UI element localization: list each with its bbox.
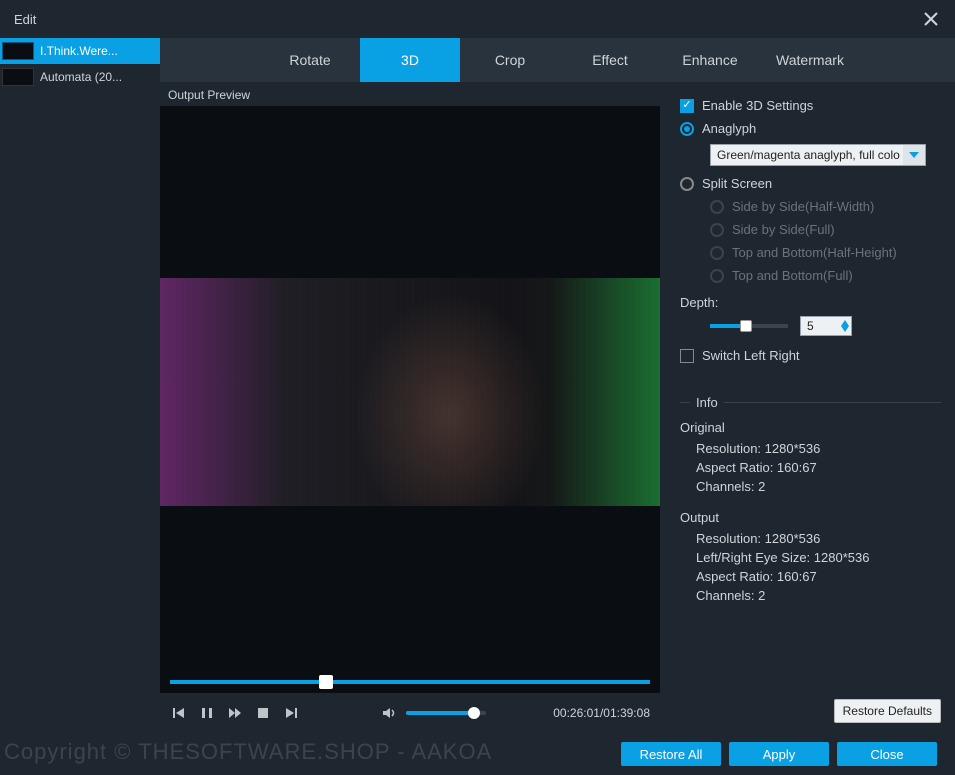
depth-slider[interactable] [710,324,788,328]
pause-icon[interactable] [198,704,216,722]
split-option-radio[interactable]: Side by Side(Full) [710,222,941,237]
depth-label: Depth: [680,295,941,310]
close-button[interactable]: Close [837,742,937,766]
sidebar-item-label: Automata (20... [40,70,160,84]
prev-frame-icon[interactable] [170,704,188,722]
tab-enhance[interactable]: Enhance [660,38,760,82]
file-sidebar: I.Think.Were... Automata (20... [0,38,160,733]
info-value: Aspect Ratio: 160:67 [696,569,941,584]
split-option-radio[interactable]: Top and Bottom(Full) [710,268,941,283]
sidebar-item[interactable]: I.Think.Were... [0,38,160,64]
apply-button[interactable]: Apply [729,742,829,766]
restore-defaults-button[interactable]: Restore Defaults [834,699,941,723]
tab-crop[interactable]: Crop [460,38,560,82]
enable-3d-checkbox[interactable]: Enable 3D Settings [680,98,941,113]
close-icon[interactable] [921,9,941,29]
split-option-radio[interactable]: Top and Bottom(Half-Height) [710,245,941,260]
stop-icon[interactable] [254,704,272,722]
thumbnail [2,68,34,86]
split-screen-radio[interactable]: Split Screen [680,176,941,191]
radio-icon [680,122,694,136]
anaglyph-radio[interactable]: Anaglyph [680,121,941,136]
checkbox-icon [680,349,694,363]
preview-label: Output Preview [160,82,660,106]
video-preview[interactable] [160,106,660,693]
playback-controls: 00:26:01/01:39:08 [160,693,660,733]
tab-bar: Rotate 3D Crop Effect Enhance Watermark [160,38,955,82]
restore-all-button[interactable]: Restore All [621,742,721,766]
spinner-icon[interactable] [841,317,849,335]
info-value: Channels: 2 [696,588,941,603]
scrub-bar[interactable] [170,677,650,687]
tab-effect[interactable]: Effect [560,38,660,82]
depth-stepper[interactable]: 5 [800,316,852,336]
tab-3d[interactable]: 3D [360,38,460,82]
radio-icon [680,177,694,191]
settings-panel: Enable 3D Settings Anaglyph Green/magent… [660,82,955,733]
sidebar-item-label: I.Think.Were... [40,44,160,58]
info-value: Resolution: 1280*536 [696,441,941,456]
info-value: Resolution: 1280*536 [696,531,941,546]
switch-lr-checkbox[interactable]: Switch Left Right [680,348,941,363]
time-display: 00:26:01/01:39:08 [553,706,650,720]
info-value: Aspect Ratio: 160:67 [696,460,941,475]
split-option-radio[interactable]: Side by Side(Half-Width) [710,199,941,214]
fast-forward-icon[interactable] [226,704,244,722]
radio-icon [710,269,724,283]
radio-icon [710,246,724,260]
footer: Restore All Apply Close [0,733,955,775]
video-frame [160,278,660,506]
window-title: Edit [14,12,36,27]
volume-icon[interactable] [380,704,398,722]
next-frame-icon[interactable] [282,704,300,722]
tab-rotate[interactable]: Rotate [260,38,360,82]
info-value: Left/Right Eye Size: 1280*536 [696,550,941,565]
checkbox-icon [680,99,694,113]
output-head: Output [680,510,941,525]
original-head: Original [680,420,941,435]
volume-slider[interactable] [406,711,486,715]
title-bar: Edit [0,0,955,38]
sidebar-item[interactable]: Automata (20... [0,64,160,90]
radio-icon [710,200,724,214]
radio-icon [710,223,724,237]
thumbnail [2,42,34,60]
anaglyph-select[interactable]: Green/magenta anaglyph, full colo [710,144,926,166]
scrub-knob[interactable] [319,675,333,689]
chevron-down-icon [903,145,925,165]
info-section: Info Original Resolution: 1280*536 Aspec… [680,395,941,619]
tab-watermark[interactable]: Watermark [760,38,860,82]
info-value: Channels: 2 [696,479,941,494]
